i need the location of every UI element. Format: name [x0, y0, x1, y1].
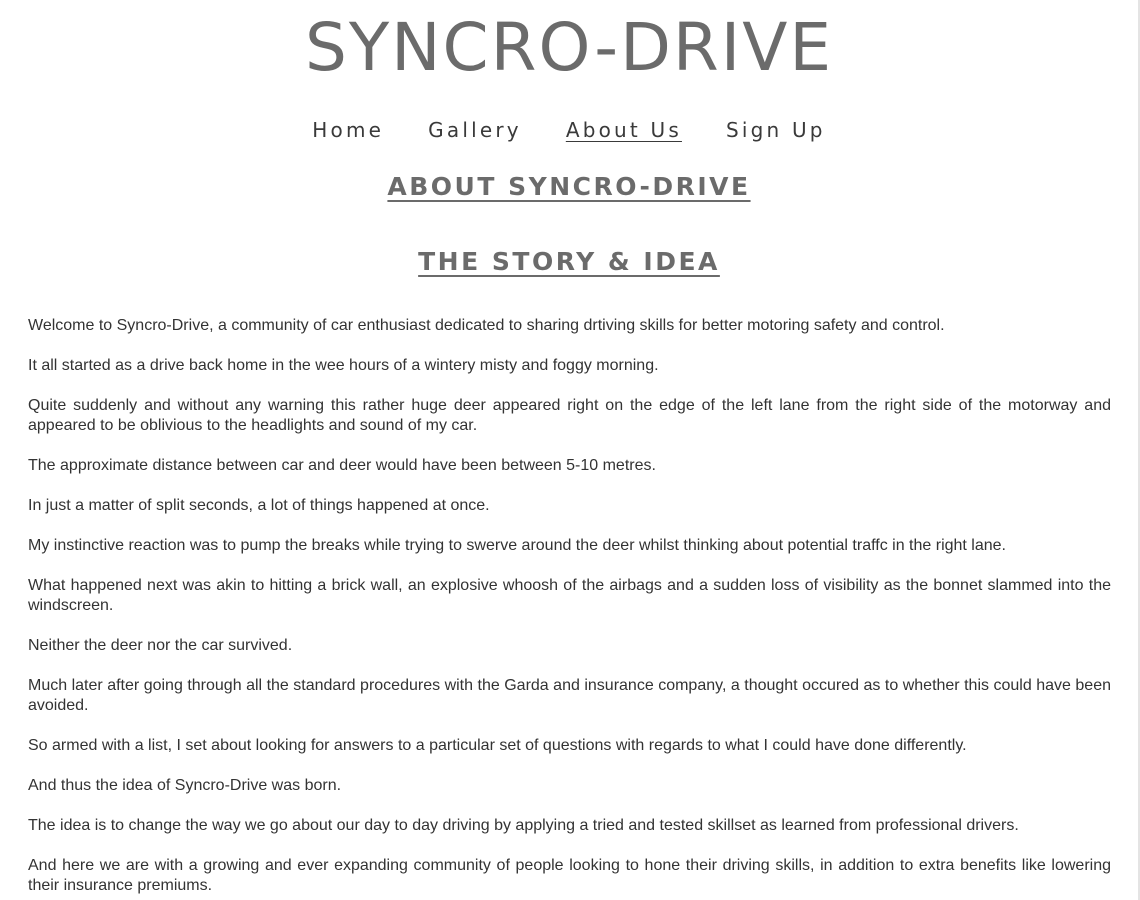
- site-logo[interactable]: SYNCRO-DRIVE: [0, 8, 1138, 88]
- story-paragraph: So armed with a list, I set about lookin…: [28, 737, 967, 754]
- page-title: ABOUT SYNCRO-DRIVE: [387, 172, 751, 201]
- nav-item-gallery: Gallery: [428, 116, 522, 144]
- page: SYNCRO-DRIVE Home Gallery About Us Sign …: [0, 0, 1138, 900]
- nav-list: Home Gallery About Us Sign Up: [0, 116, 1138, 144]
- nav-item-home: Home: [312, 116, 384, 144]
- story-paragraph: And here we are with a growing and ever …: [28, 857, 1111, 894]
- story-content: Welcome to Syncro-Drive, a community of …: [28, 316, 1111, 900]
- story-paragraph: The idea is to change the way we go abou…: [28, 817, 1019, 834]
- story-paragraph: And thus the idea of Syncro-Drive was bo…: [28, 777, 342, 794]
- story-paragraph: My instinctive reaction was to pump the …: [28, 537, 1006, 554]
- nav-link-gallery[interactable]: Gallery: [428, 116, 522, 144]
- story-paragraph: Quite suddenly and without any warning t…: [28, 397, 1111, 434]
- story-paragraph: Welcome to Syncro-Drive, a community of …: [28, 317, 945, 334]
- nav-link-home[interactable]: Home: [312, 116, 384, 144]
- story-paragraph: It all started as a drive back home in t…: [28, 357, 659, 374]
- story-paragraph: What happened next was akin to hitting a…: [28, 577, 1111, 614]
- story-paragraph: Neither the deer nor the car survived.: [28, 637, 293, 654]
- nav-item-sign-up: Sign Up: [726, 116, 826, 144]
- story-paragraph: Much later after going through all the s…: [28, 677, 1111, 714]
- section-title: THE STORY & IDEA: [418, 247, 720, 276]
- story-paragraph: In just a matter of split seconds, a lot…: [28, 497, 490, 514]
- nav-link-about-us[interactable]: About Us: [566, 116, 682, 144]
- nav-link-sign-up[interactable]: Sign Up: [726, 116, 826, 144]
- nav-item-about-us: About Us: [566, 116, 682, 144]
- story-paragraph: The approximate distance between car and…: [28, 457, 656, 474]
